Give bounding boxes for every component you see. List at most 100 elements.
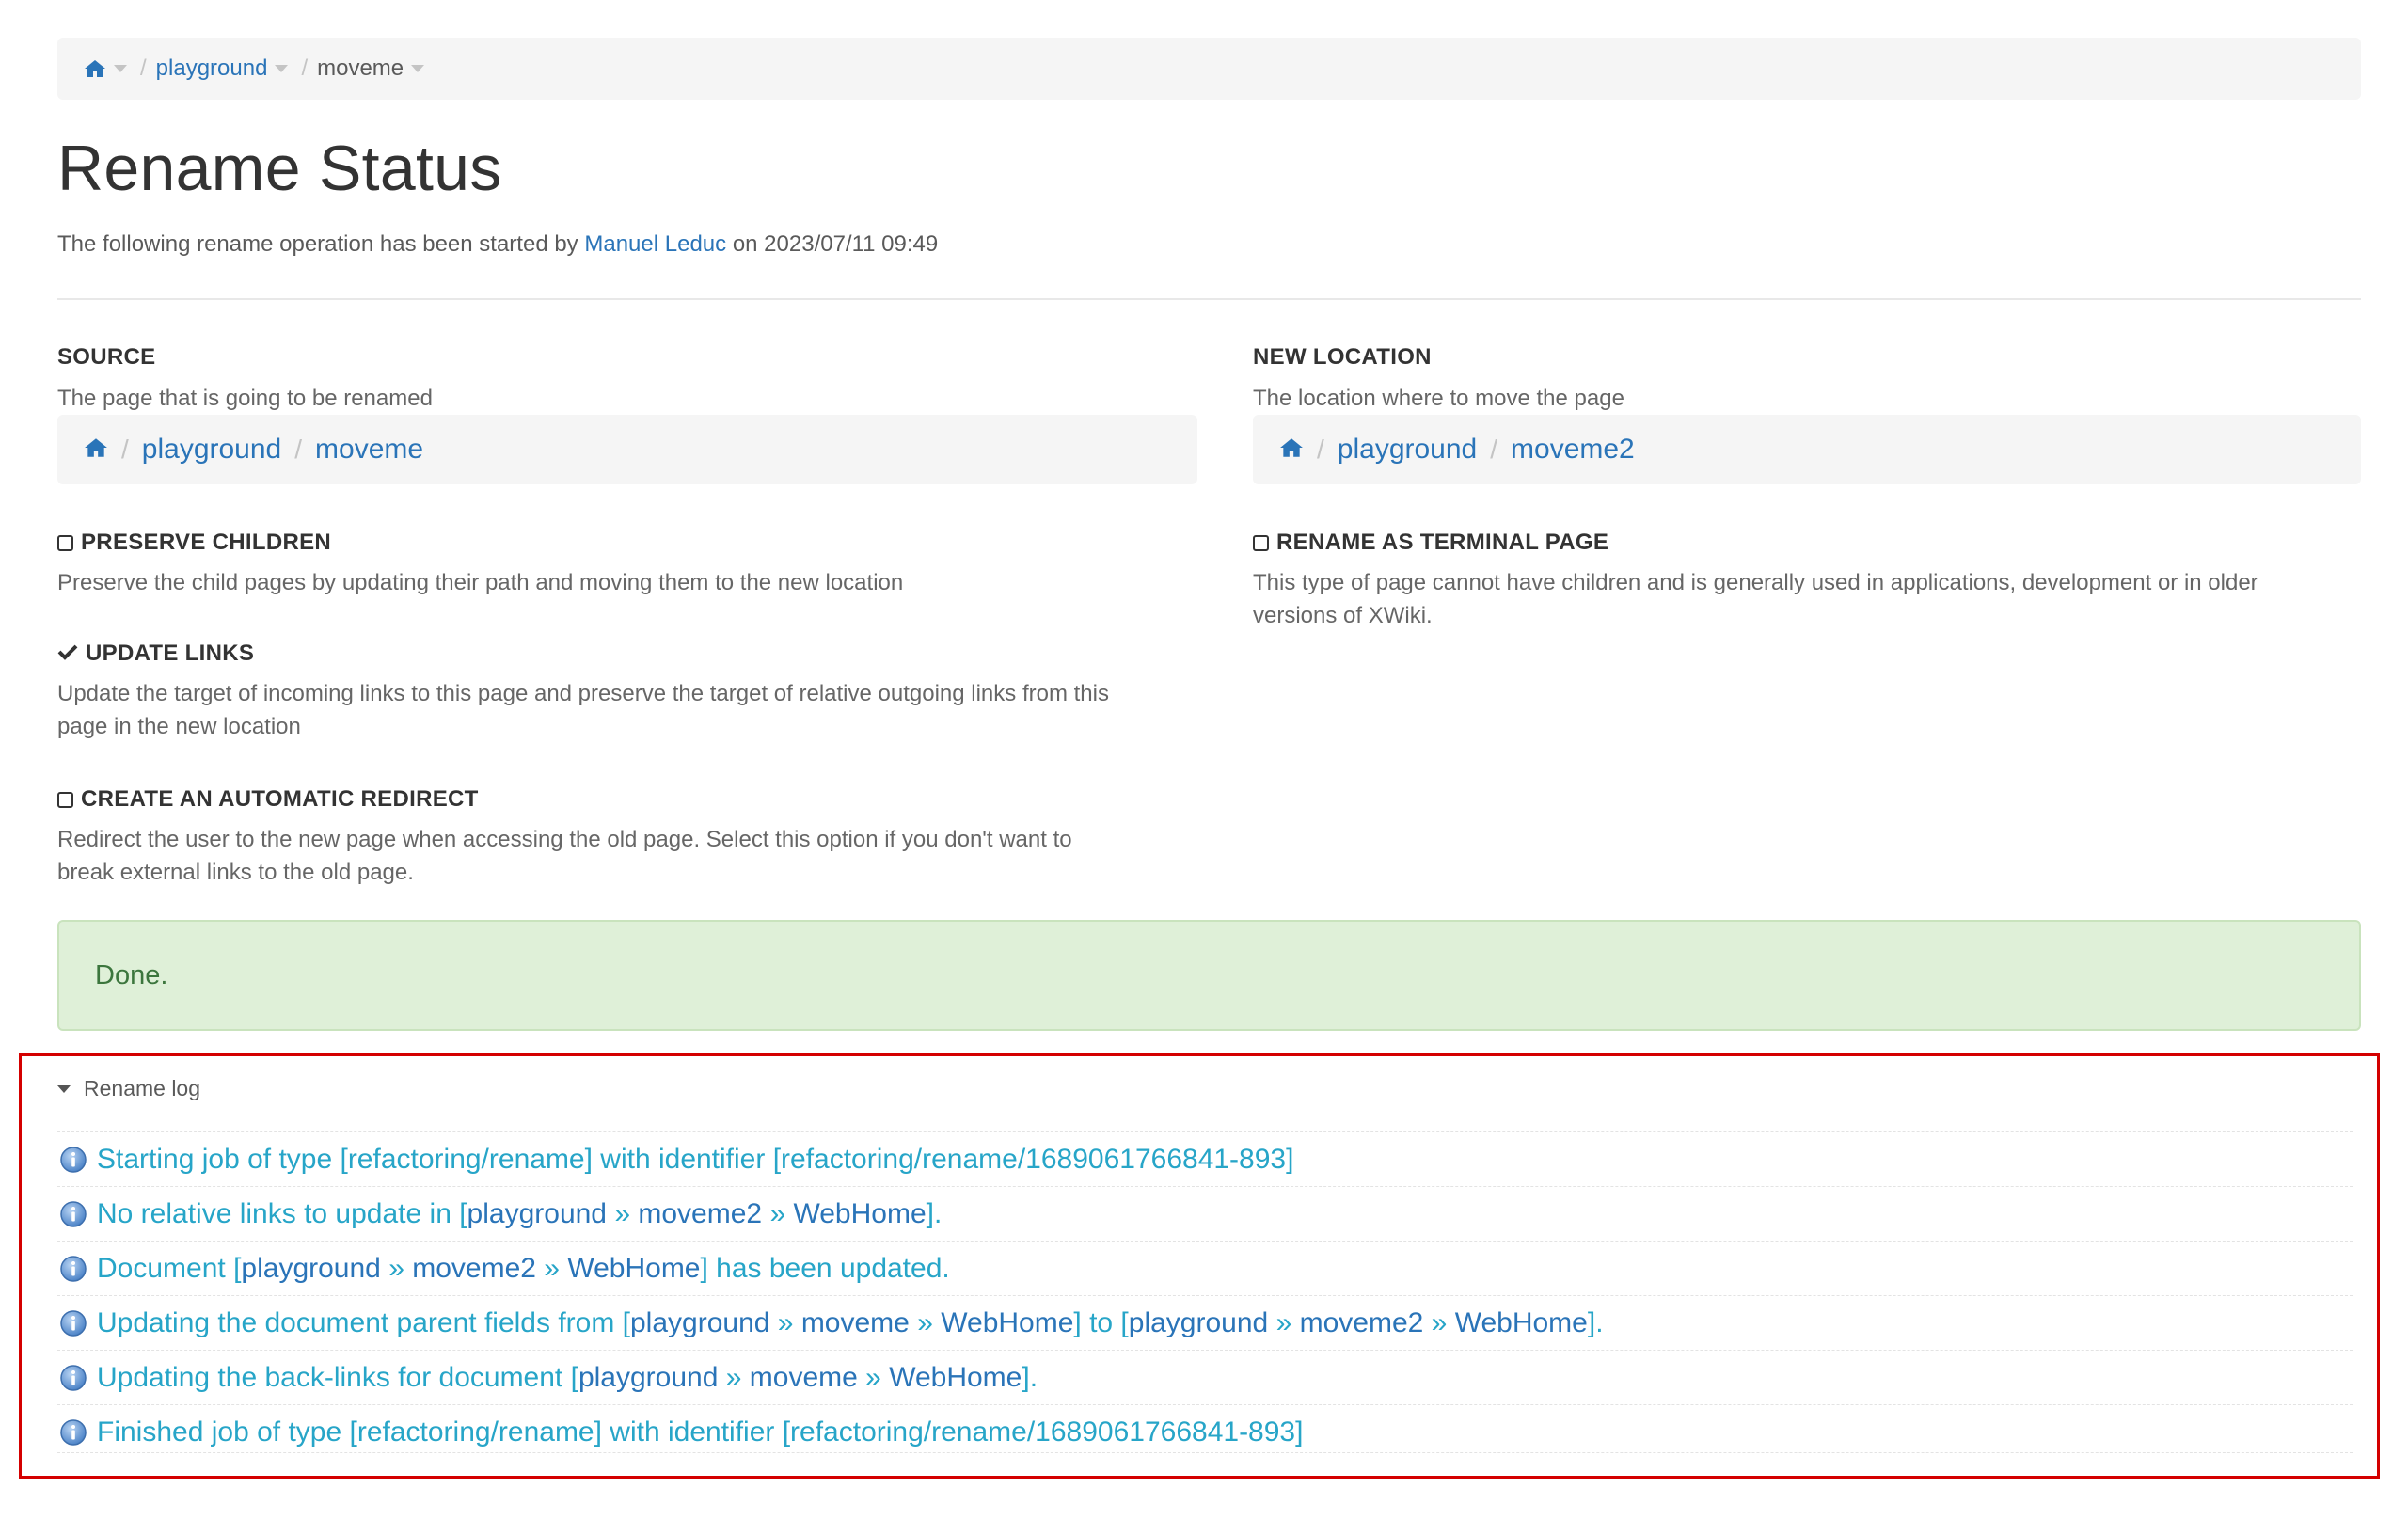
source-description: The page that is going to be renamed [57, 386, 433, 411]
log-text: Updating the back-links for document [ [97, 1361, 578, 1393]
log-link[interactable]: playground [630, 1307, 769, 1339]
log-link[interactable]: moveme2 [412, 1253, 536, 1285]
log-link[interactable]: playground [1129, 1307, 1268, 1339]
log-link[interactable]: moveme2 [638, 1198, 762, 1230]
info-icon [59, 1309, 87, 1337]
unchecked-box-icon [57, 791, 73, 808]
home-icon[interactable] [84, 434, 108, 466]
log-ref-separator: » [544, 1252, 560, 1284]
breadcrumb-item-current: moveme [317, 55, 404, 81]
preserve-children-option: PRESERVE CHILDREN [57, 530, 331, 556]
home-icon[interactable] [84, 59, 106, 78]
update-links-description: Update the target of incoming links to t… [57, 677, 1205, 743]
path-separator: / [121, 435, 129, 464]
create-redirect-option: CREATE AN AUTOMATIC REDIRECT [57, 786, 479, 813]
log-link[interactable]: playground [241, 1253, 380, 1285]
log-link[interactable]: moveme [801, 1307, 910, 1339]
page-subtitle: The following rename operation has been … [57, 231, 938, 258]
log-link[interactable]: playground [467, 1198, 607, 1230]
description-line: break external links to the old page. [57, 860, 414, 885]
preserve-children-description: Preserve the child pages by updating the… [57, 570, 904, 595]
subtitle-suffix: on 2023/07/11 09:49 [732, 231, 939, 257]
info-icon [59, 1200, 87, 1228]
user-link[interactable]: Manuel Leduc [584, 231, 726, 257]
chevron-down-icon[interactable] [114, 65, 127, 72]
create-redirect-description: Redirect the user to the new page when a… [57, 823, 1205, 889]
log-entry: Updating the document parent fields from… [57, 1295, 2353, 1350]
rename-log-label: Rename log [84, 1076, 201, 1100]
log-ref-separator: » [769, 1197, 786, 1229]
description-line: This type of page cannot have children a… [1253, 570, 2258, 595]
log-ref-separator: » [1275, 1306, 1292, 1338]
source-path-item[interactable]: playground [142, 434, 281, 466]
log-entry: Updating the back-links for document [ p… [57, 1350, 2353, 1404]
info-icon [59, 1146, 87, 1174]
terminal-page-label: RENAME AS TERMINAL PAGE [1276, 530, 1609, 555]
check-icon [57, 641, 78, 667]
info-icon [59, 1364, 87, 1392]
top-breadcrumb: / playground / moveme [57, 38, 2361, 100]
rename-log-toggle[interactable]: Rename log [57, 1076, 200, 1101]
path-separator: / [1490, 435, 1498, 464]
caret-down-icon [57, 1084, 71, 1093]
breadcrumb-separator: / [301, 55, 309, 81]
log-link[interactable]: WebHome [793, 1198, 926, 1230]
log-ref-separator: » [1431, 1306, 1448, 1338]
log-text: Updating the document parent fields from… [97, 1306, 630, 1338]
path-separator: / [294, 435, 303, 464]
info-icon [59, 1418, 87, 1447]
subtitle-prefix: The following rename operation has been … [57, 231, 578, 257]
unchecked-box-icon [1253, 534, 1269, 551]
chevron-down-icon[interactable] [275, 65, 289, 72]
new-location-path: / playground / moveme2 [1253, 415, 2361, 484]
divider [57, 298, 2361, 300]
success-message: Done. [57, 920, 2361, 1031]
description-line: Update the target of incoming links to t… [57, 681, 1109, 706]
log-link[interactable]: WebHome [889, 1362, 1022, 1394]
home-icon[interactable] [1279, 434, 1304, 466]
log-ref-separator: » [388, 1252, 404, 1284]
log-ref-separator: » [777, 1306, 794, 1338]
log-link[interactable]: playground [578, 1362, 718, 1394]
log-entry: No relative links to update in [ playgro… [57, 1186, 2353, 1241]
log-link[interactable]: WebHome [941, 1307, 1073, 1339]
breadcrumb-item-playground[interactable]: playground [156, 55, 268, 82]
log-text: ]. [1587, 1306, 1604, 1338]
info-icon [59, 1255, 87, 1283]
log-text: ] has been updated. [700, 1252, 950, 1284]
chevron-down-icon[interactable] [411, 65, 425, 72]
log-link[interactable]: WebHome [1455, 1307, 1588, 1339]
source-path-item[interactable]: moveme [315, 434, 423, 466]
new-location-path-item[interactable]: moveme2 [1511, 434, 1635, 466]
source-heading: SOURCE [57, 344, 156, 370]
description-line: versions of XWiki. [1253, 603, 1433, 628]
log-link[interactable]: moveme2 [1300, 1307, 1424, 1339]
log-entry: Document [ playground » moveme2 » WebHom… [57, 1241, 2353, 1295]
log-text: Document [ [97, 1252, 242, 1284]
description-line: page in the new location [57, 714, 301, 739]
path-separator: / [1317, 435, 1324, 464]
log-ref-separator: » [917, 1306, 933, 1338]
log-ref-separator: » [725, 1361, 742, 1393]
log-text: ]. [1022, 1361, 1038, 1393]
source-path: / playground / moveme [57, 415, 1197, 484]
terminal-page-option: RENAME AS TERMINAL PAGE [1253, 530, 1608, 556]
update-links-option: UPDATE LINKS [57, 641, 254, 667]
log-text: No relative links to update in [ [97, 1197, 467, 1229]
log-link[interactable]: moveme [750, 1362, 858, 1394]
log-ref-separator: » [614, 1197, 631, 1229]
unchecked-box-icon [57, 534, 73, 551]
breadcrumb-separator: / [140, 55, 147, 81]
log-text: Finished job of type [refactoring/rename… [97, 1416, 1304, 1448]
log-text: ] to [ [1073, 1306, 1129, 1338]
log-divider [57, 1452, 2353, 1453]
create-redirect-label: CREATE AN AUTOMATIC REDIRECT [81, 786, 479, 812]
log-ref-separator: » [865, 1361, 881, 1393]
terminal-page-description: This type of page cannot have children a… [1253, 566, 2363, 632]
log-text: Starting job of type [refactoring/rename… [97, 1143, 1294, 1175]
log-link[interactable]: WebHome [567, 1253, 700, 1285]
new-location-heading: NEW LOCATION [1253, 344, 1432, 370]
preserve-children-label: PRESERVE CHILDREN [81, 530, 332, 555]
description-line: Redirect the user to the new page when a… [57, 827, 1072, 852]
new-location-path-item[interactable]: playground [1338, 434, 1477, 466]
